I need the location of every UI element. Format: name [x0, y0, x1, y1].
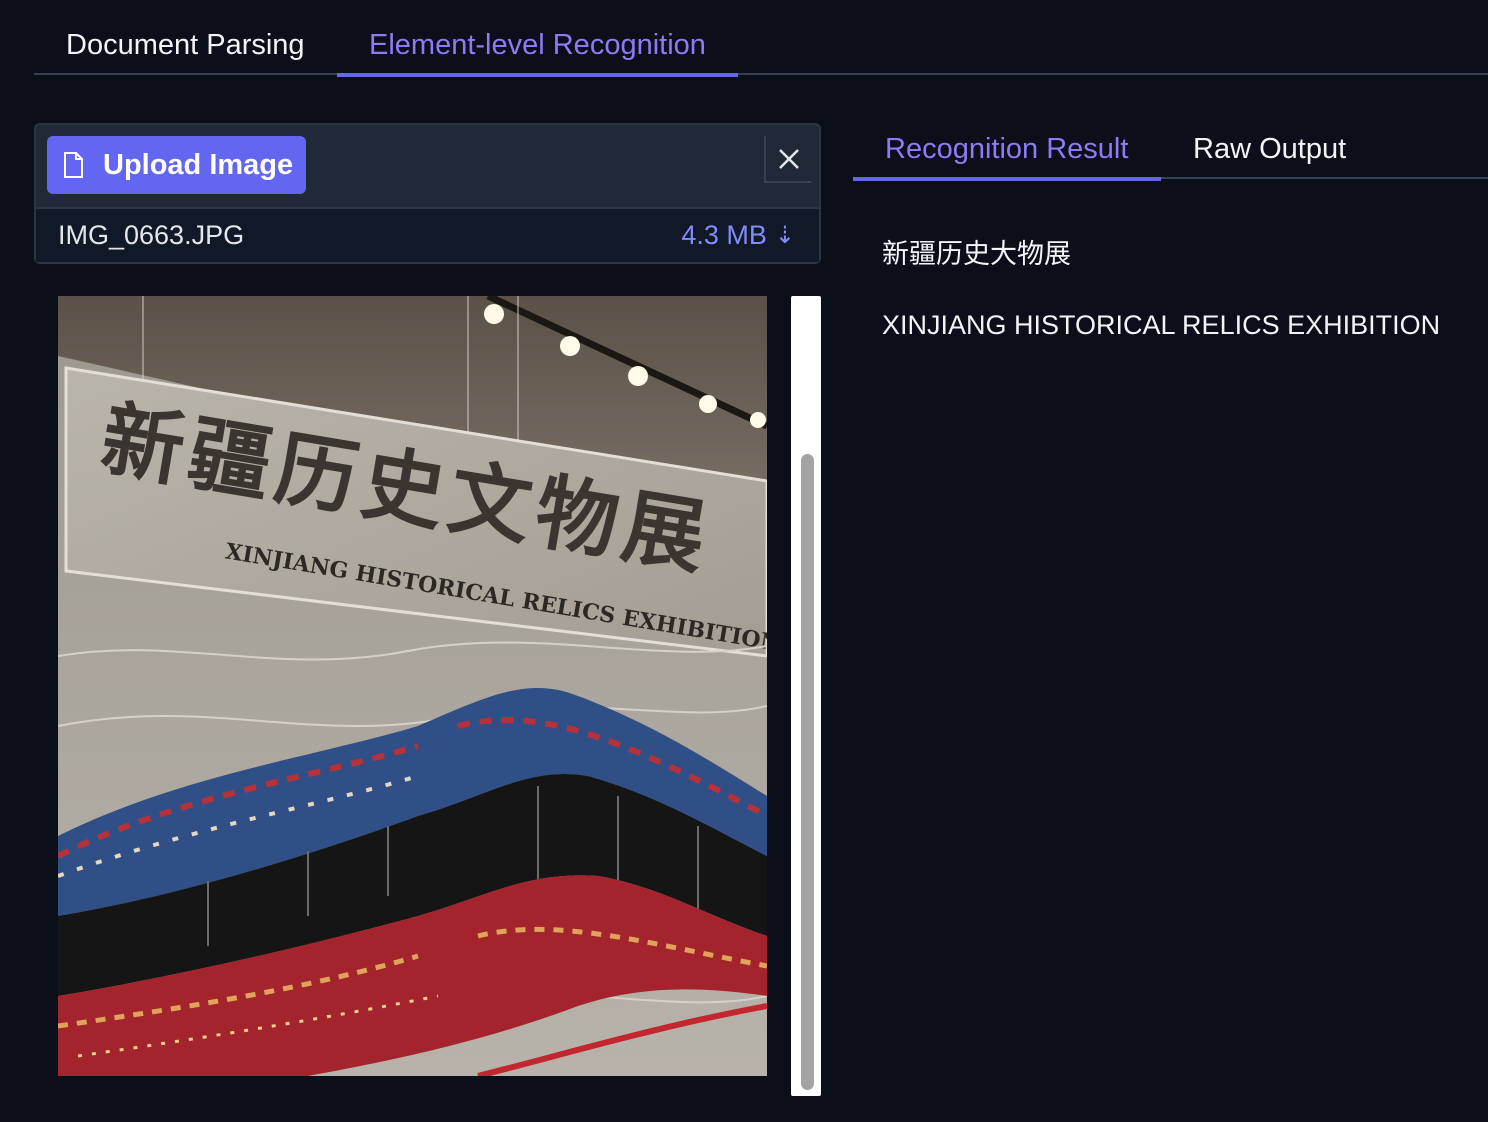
- tab-document-parsing[interactable]: Document Parsing: [34, 0, 337, 75]
- upload-card: Upload Image IMG_0663.JPG 4.3 MB ⇣: [34, 123, 821, 264]
- file-icon: [64, 152, 83, 178]
- result-tab-bar: Recognition Result Raw Output: [853, 123, 1488, 181]
- image-scrollbar[interactable]: [791, 296, 821, 1096]
- clear-file-button[interactable]: [764, 136, 811, 183]
- upload-image-button[interactable]: Upload Image: [47, 136, 306, 194]
- tab-raw-output[interactable]: Raw Output: [1161, 123, 1378, 179]
- uploaded-file-row: IMG_0663.JPG 4.3 MB ⇣: [36, 207, 819, 262]
- file-size-link[interactable]: 4.3 MB ⇣: [681, 220, 795, 251]
- file-size: 4.3 MB: [681, 220, 767, 250]
- close-icon: [778, 148, 799, 169]
- app: Document Parsing Element-level Recogniti…: [0, 0, 1488, 1122]
- download-icon: ⇣: [774, 222, 795, 249]
- result-line-english: XINJIANG HISTORICAL RELICS EXHIBITION: [882, 310, 1441, 340]
- upload-button-label: Upload Image: [103, 148, 294, 181]
- image-preview: 新疆历史文物展 XINJIANG HISTORICAL RELICS EXHIB…: [58, 296, 767, 1076]
- tab-recognition-result[interactable]: Recognition Result: [853, 123, 1161, 181]
- scrollbar-thumb[interactable]: [801, 454, 814, 1090]
- top-tab-bar: Document Parsing Element-level Recogniti…: [34, 0, 1488, 77]
- tab-element-level-recognition[interactable]: Element-level Recognition: [337, 0, 738, 77]
- result-line-chinese: 新疆历史大物展: [882, 239, 1071, 269]
- exhibition-photo: 新疆历史文物展 XINJIANG HISTORICAL RELICS EXHIB…: [58, 296, 767, 1076]
- file-name: IMG_0663.JPG: [58, 220, 245, 250]
